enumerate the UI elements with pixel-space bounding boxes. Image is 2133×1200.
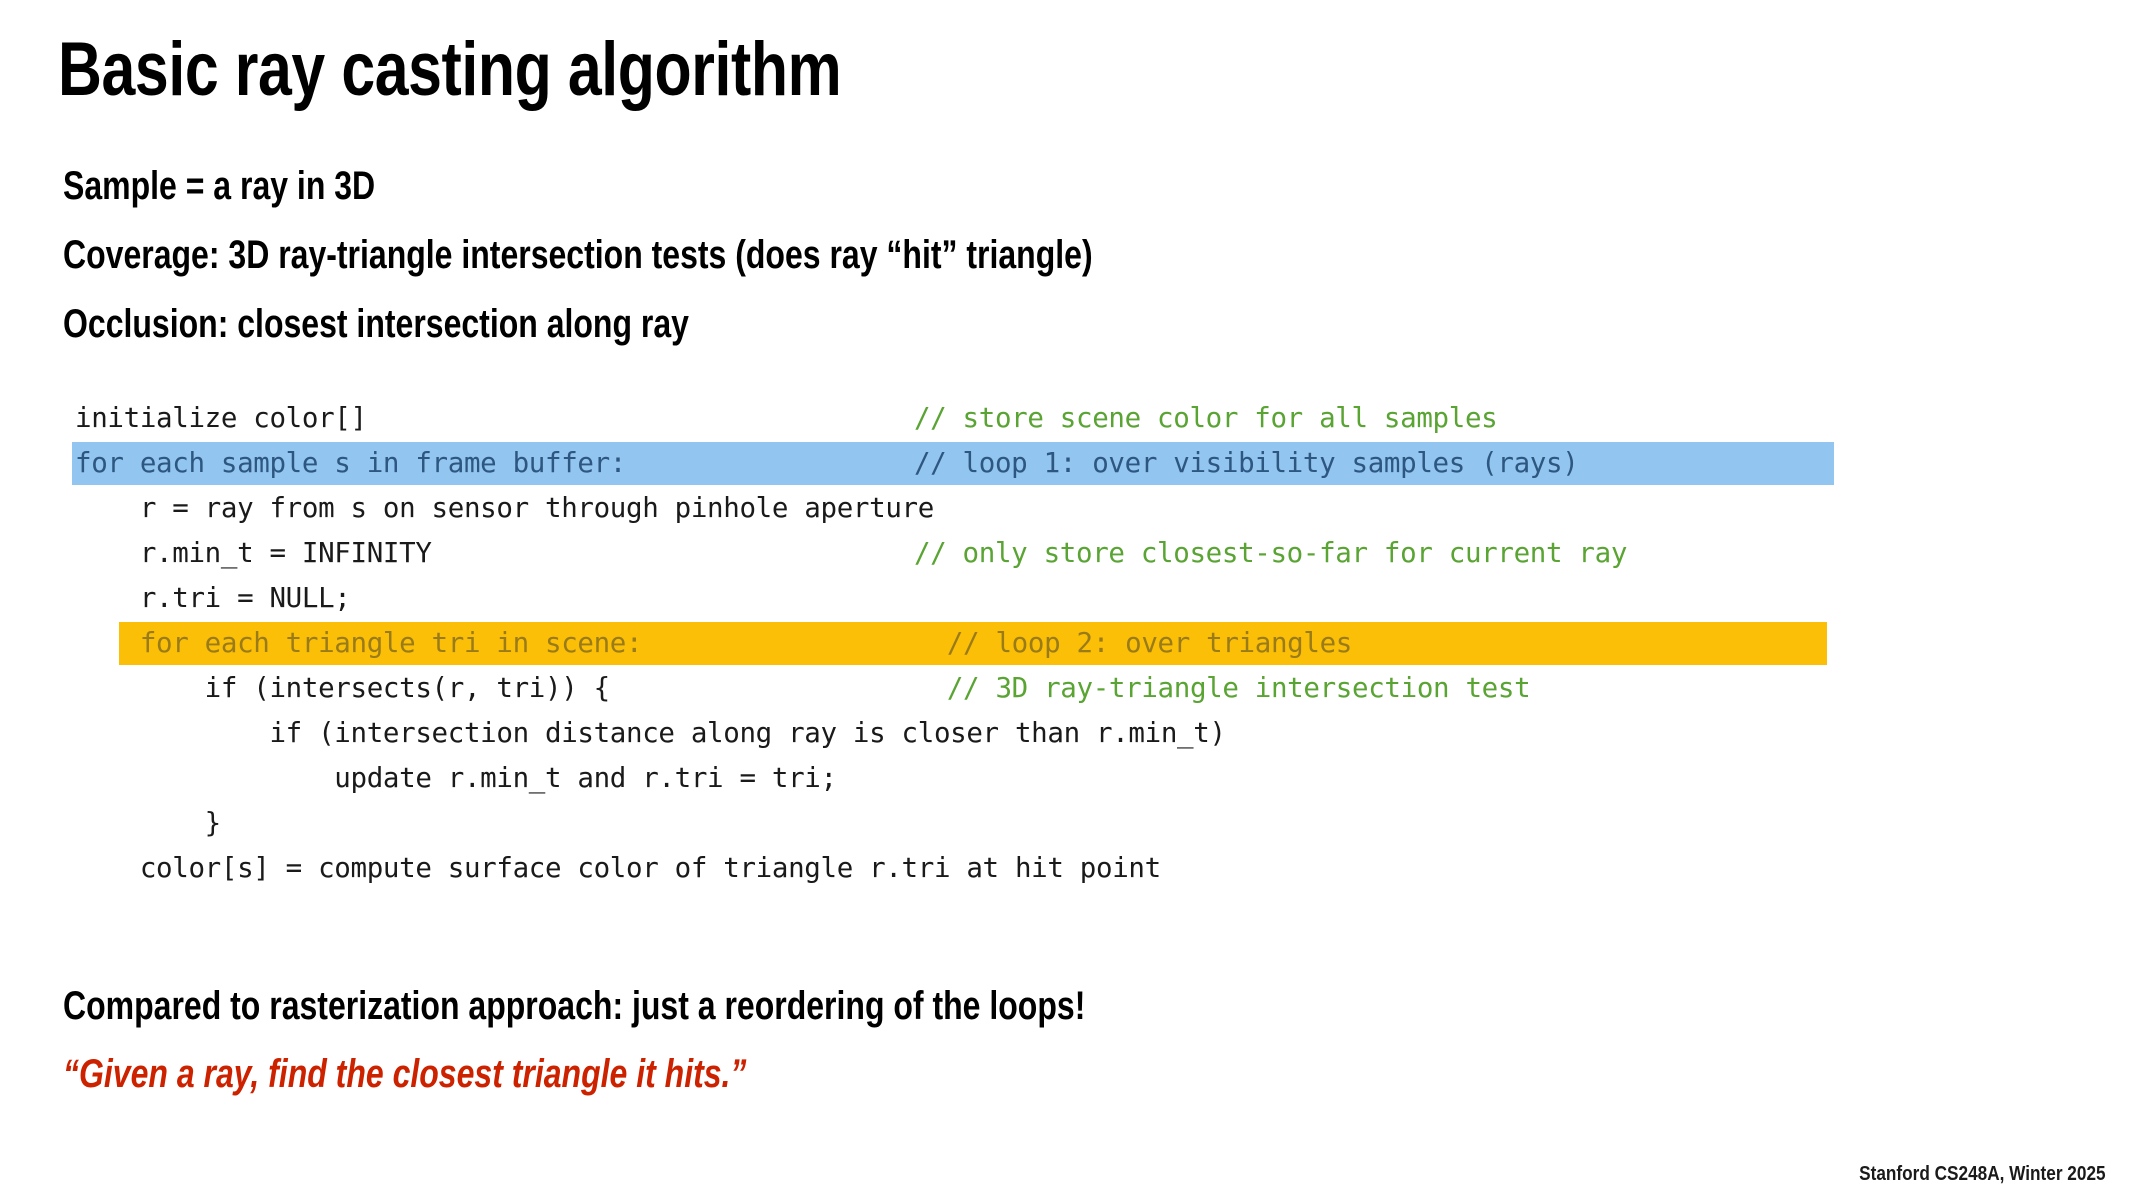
bullet-coverage: Coverage: 3D ray-triangle intersection t… <box>63 233 1093 277</box>
code-text: initialize color[] <box>75 402 367 434</box>
code-comment: // loop 1: over visibility samples (rays… <box>913 447 1579 479</box>
code-text: if (intersects(r, tri)) { <box>75 672 611 704</box>
code-line: for each sample s in frame buffer: // loo… <box>72 441 1834 486</box>
code-text: for each triangle tri in scene: <box>75 627 643 659</box>
code-text: r.min_t = INFINITY <box>75 537 432 569</box>
code-text: if (intersection distance along ray is c… <box>75 717 1226 749</box>
code-text: update r.min_t and r.tri = tri; <box>75 762 837 794</box>
code-comment: // loop 2: over triangles <box>946 627 1353 659</box>
code-line: r.tri = NULL; <box>75 576 1226 621</box>
footer-credit: Stanford CS248A, Winter 2025 <box>1859 1163 2106 1185</box>
code-line: if (intersects(r, tri)) { // 3D ray-trian… <box>75 666 1531 711</box>
quote-text: “Given a ray, find the closest triangle … <box>63 1052 747 1096</box>
code-line: update r.min_t and r.tri = tri; <box>75 756 1226 801</box>
bullet-sample: Sample = a ray in 3D <box>63 164 376 208</box>
code-text: r.tri = NULL; <box>75 582 351 614</box>
code-line: r.min_t = INFINITY // only store closest-… <box>75 531 1628 576</box>
pseudocode-block: initialize color[] // store scene color f… <box>72 396 1834 891</box>
code-comment: // store scene color for all samples <box>913 402 1498 434</box>
code-line: if (intersection distance along ray is c… <box>75 711 1226 756</box>
code-comment: // only store closest-so-far for current… <box>913 537 1628 569</box>
summary-text: Compared to rasterization approach: just… <box>63 984 1086 1028</box>
code-line: } <box>75 801 1226 846</box>
code-text: for each sample s in frame buffer: <box>75 447 627 479</box>
code-text: r = ray from s on sensor through pinhole… <box>75 492 934 524</box>
code-line: color[s] = compute surface color of tria… <box>75 846 1226 891</box>
code-line: r = ray from s on sensor through pinhole… <box>75 486 1226 531</box>
code-line: initialize color[] // store scene color f… <box>75 396 1498 441</box>
code-text: color[s] = compute surface color of tria… <box>75 852 1161 884</box>
code-text: } <box>75 807 222 839</box>
code-comment: // 3D ray-triangle intersection test <box>946 672 1531 704</box>
page-title: Basic ray casting algorithm <box>58 27 842 112</box>
bullet-occlusion: Occlusion: closest intersection along ra… <box>63 302 689 346</box>
code-line: for each triangle tri in scene: // loop 2… <box>75 621 1827 666</box>
